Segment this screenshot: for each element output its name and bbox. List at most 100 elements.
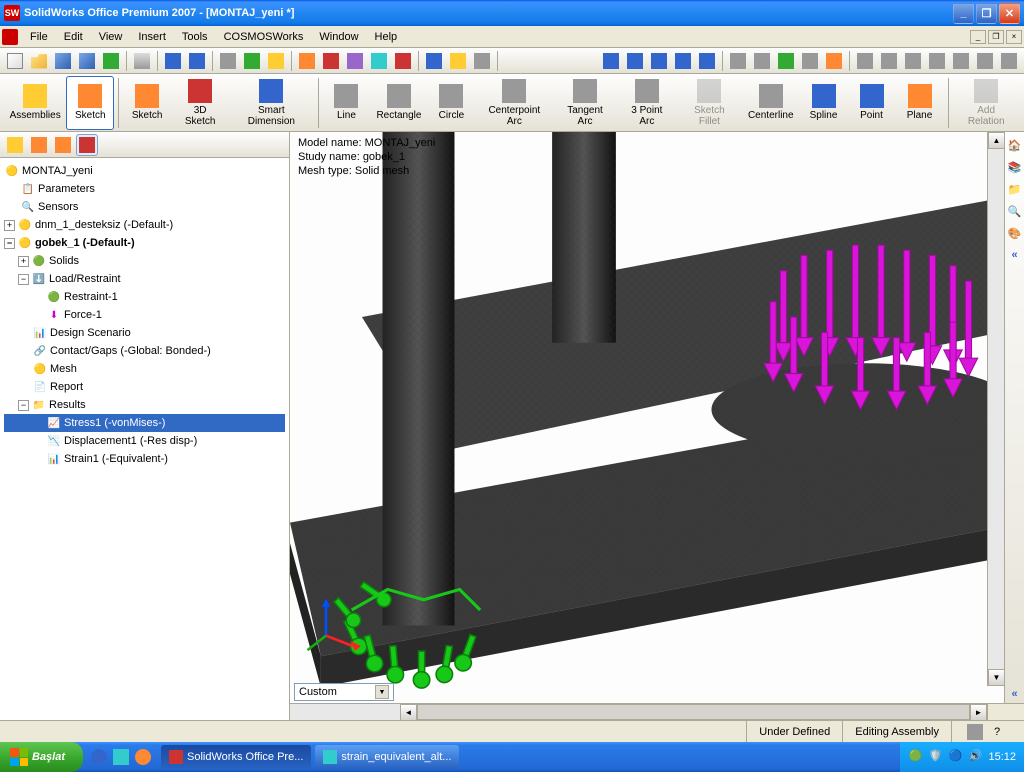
task-strain[interactable]: strain_equivalent_alt...	[315, 745, 459, 769]
tray-icon[interactable]: 🔵	[948, 749, 964, 765]
feature-tree[interactable]: 🟡MONTAJ_yeni 📋Parameters 🔍Sensors +🟡dnm_…	[0, 158, 289, 720]
tree-stress1[interactable]: 📈Stress1 (-vonMises-)	[4, 414, 285, 432]
tangent-arc-button[interactable]: Tangent Arc	[553, 76, 617, 130]
menu-insert[interactable]: Insert	[130, 29, 174, 45]
ie-icon[interactable]	[89, 747, 109, 767]
menu-edit[interactable]: Edit	[56, 29, 91, 45]
sketch-button[interactable]: Sketch	[123, 76, 171, 130]
clock[interactable]: 15:12	[988, 751, 1016, 763]
expand-icon[interactable]: «	[1006, 685, 1024, 703]
sketch-tab[interactable]: Sketch	[66, 76, 114, 130]
3d-sketch-button[interactable]: 3D Sketch	[171, 76, 229, 130]
collapse-icon[interactable]: −	[4, 238, 15, 249]
palette-icon[interactable]: 🎨	[1006, 224, 1024, 242]
close-button[interactable]: ✕	[999, 3, 1020, 24]
animator-button[interactable]	[344, 50, 366, 72]
tree-results[interactable]: −📁Results	[4, 396, 285, 414]
plane-button[interactable]: Plane	[896, 76, 944, 130]
rebuild-button[interactable]	[241, 50, 263, 72]
zoom-inout-button[interactable]	[648, 50, 670, 72]
menu-help[interactable]: Help	[367, 29, 406, 45]
tree-restraint1[interactable]: 🟢Restraint-1	[4, 288, 285, 306]
undo-button[interactable]	[162, 50, 184, 72]
mdi-restore[interactable]: ❐	[988, 30, 1004, 44]
scroll-down-button[interactable]: ▼	[988, 669, 1005, 686]
print-button[interactable]	[131, 50, 153, 72]
library-icon[interactable]: 📁	[1006, 180, 1024, 198]
status-help-icon[interactable]: ?	[986, 721, 1008, 743]
shaded2-button[interactable]	[926, 50, 948, 72]
shadededge-button[interactable]	[950, 50, 972, 72]
3d-button[interactable]	[392, 50, 414, 72]
wireframe-button[interactable]	[854, 50, 876, 72]
resources-icon[interactable]: 📚	[1006, 158, 1024, 176]
tree-design-scenario[interactable]: 📊Design Scenario	[4, 324, 285, 342]
edrawings-button[interactable]	[320, 50, 342, 72]
open-button[interactable]	[28, 50, 50, 72]
tree-load-restraint[interactable]: −⬇️Load/Restraint	[4, 270, 285, 288]
select-button[interactable]	[217, 50, 239, 72]
dropdown-button[interactable]	[471, 50, 493, 72]
redo-button[interactable]	[186, 50, 208, 72]
toolbox-button[interactable]	[296, 50, 318, 72]
shadow-button[interactable]	[974, 50, 996, 72]
3d-canvas[interactable]: Model name: MONTAJ_yeni Study name: gobe…	[290, 132, 1024, 703]
menu-tools[interactable]: Tools	[174, 29, 216, 45]
assemblies-button[interactable]: Assemblies	[4, 76, 66, 130]
menu-window[interactable]: Window	[311, 29, 366, 45]
publish-button[interactable]	[423, 50, 445, 72]
centerline-button[interactable]: Centerline	[742, 76, 800, 130]
horizontal-scrollbar[interactable]: ◄ ►	[290, 703, 1024, 720]
tree-mesh[interactable]: 🟡Mesh	[4, 360, 285, 378]
view-mode-dropdown[interactable]: Custom ▼	[294, 683, 394, 701]
task-solidworks[interactable]: SolidWorks Office Pre...	[161, 745, 311, 769]
minimize-button[interactable]: _	[953, 3, 974, 24]
save-all-button[interactable]	[76, 50, 98, 72]
add-relation-button[interactable]: Add Relation	[952, 76, 1020, 130]
rectangle-button[interactable]: Rectangle	[370, 76, 427, 130]
3point-arc-button[interactable]: 3 Point Arc	[617, 76, 677, 130]
section-button[interactable]	[823, 50, 845, 72]
sketch-fillet-button[interactable]: Sketch Fillet	[677, 76, 742, 130]
tree-solids[interactable]: +🟢Solids	[4, 252, 285, 270]
options-button[interactable]	[265, 50, 287, 72]
menu-cosmosworks[interactable]: COSMOSWorks	[216, 29, 312, 45]
tray-icon[interactable]: 🟢	[908, 749, 924, 765]
scroll-right-button[interactable]: ►	[970, 704, 987, 721]
view-orient-button[interactable]	[727, 50, 749, 72]
line-button[interactable]: Line	[322, 76, 370, 130]
tray-speaker-icon[interactable]: 🔊	[968, 749, 984, 765]
tree-report[interactable]: 📄Report	[4, 378, 285, 396]
tree-root[interactable]: 🟡MONTAJ_yeni	[4, 162, 285, 180]
save-button[interactable]	[52, 50, 74, 72]
perspective-button[interactable]	[998, 50, 1020, 72]
tree-strain1[interactable]: 📊Strain1 (-Equivalent-)	[4, 450, 285, 468]
tree-contact[interactable]: 🔗Contact/Gaps (-Global: Bonded-)	[4, 342, 285, 360]
tree-sensors[interactable]: 🔍Sensors	[4, 198, 285, 216]
reload-button[interactable]	[100, 50, 122, 72]
scroll-up-button[interactable]: ▲	[988, 132, 1005, 149]
mdi-close[interactable]: ×	[1006, 30, 1022, 44]
hlv-button[interactable]	[878, 50, 900, 72]
tree-force1[interactable]: ⬇Force-1	[4, 306, 285, 324]
view-norm-button[interactable]	[751, 50, 773, 72]
cosmos-tab[interactable]	[76, 134, 98, 156]
circle-button[interactable]: Circle	[427, 76, 475, 130]
property-tab[interactable]	[28, 134, 50, 156]
hlr-button[interactable]	[902, 50, 924, 72]
rotate-button[interactable]	[672, 50, 694, 72]
desktop-icon[interactable]	[111, 747, 131, 767]
photoworks-button[interactable]	[368, 50, 390, 72]
new-button[interactable]	[4, 50, 26, 72]
config-tab[interactable]	[52, 134, 74, 156]
mdi-minimize[interactable]: _	[970, 30, 986, 44]
tray-shield-icon[interactable]: 🛡️	[928, 749, 944, 765]
zoom-area-button[interactable]	[624, 50, 646, 72]
menu-view[interactable]: View	[91, 29, 131, 45]
pan-button[interactable]	[696, 50, 718, 72]
zoom-fit-button[interactable]	[600, 50, 622, 72]
tree-gobek[interactable]: −🟡gobek_1 (-Default-)	[4, 234, 285, 252]
smart-dimension-button[interactable]: Smart Dimension	[229, 76, 313, 130]
shaded-button[interactable]	[775, 50, 797, 72]
spline-button[interactable]: Spline	[800, 76, 848, 130]
